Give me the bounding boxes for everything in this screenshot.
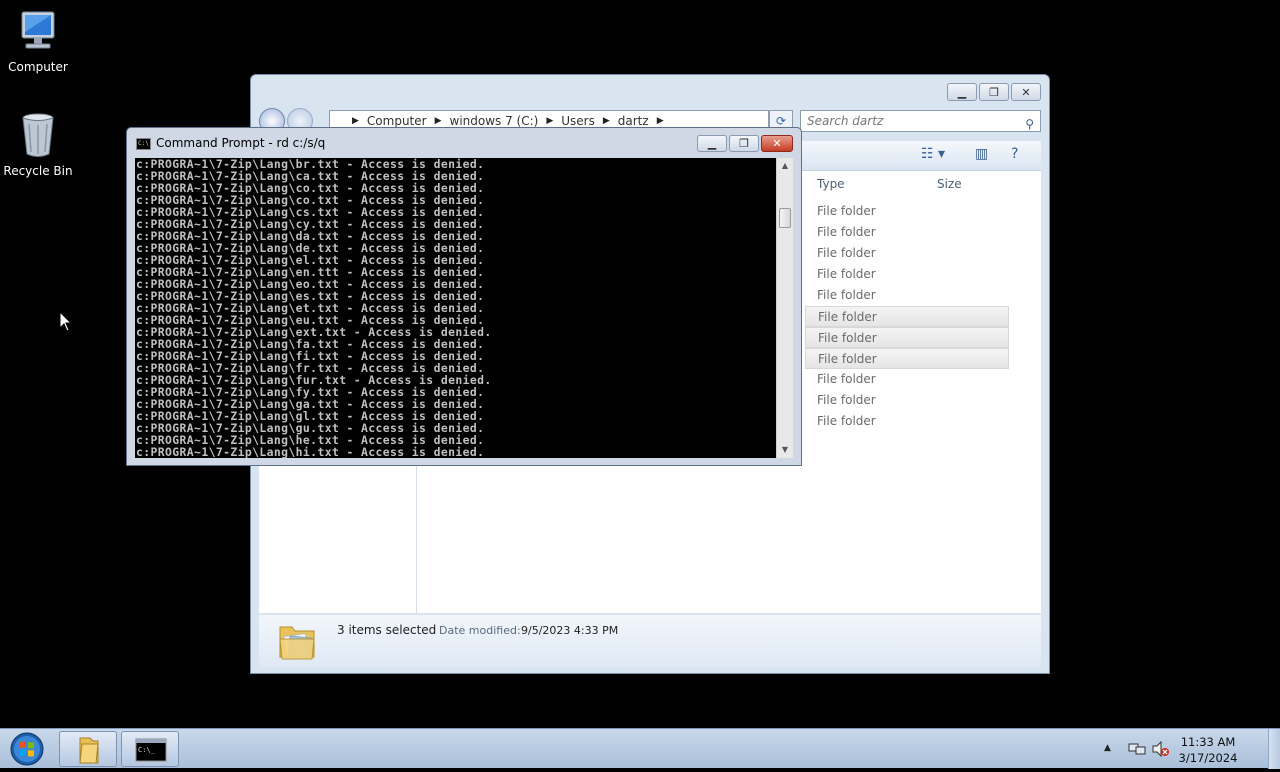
list-item[interactable]: File folder [805, 306, 1009, 327]
preview-pane-icon[interactable]: ▥ [975, 146, 988, 162]
list-item[interactable]: File folder [805, 369, 1009, 390]
desktop-icon-label: Recycle Bin [3, 164, 73, 178]
minimize-button[interactable]: ▁ [947, 83, 977, 101]
search-placeholder: Search dartz [807, 114, 884, 128]
system-tray: ▲ 11:33 AM 3/17/2024 [1080, 729, 1280, 769]
start-button[interactable] [4, 731, 50, 767]
mouse-cursor-icon [59, 311, 73, 332]
clock-time: 11:33 AM [1180, 735, 1236, 749]
close-button[interactable]: ✕ [761, 135, 793, 152]
command-prompt-window[interactable]: C:\ Command Prompt - rd c:/s/q ▁ ❐ ✕ c:P… [126, 127, 802, 466]
breadcrumb-computer[interactable]: Computer [367, 114, 427, 128]
explorer-titlebar[interactable]: ▁ ❐ ✕ [251, 75, 1049, 109]
network-icon[interactable] [1128, 741, 1146, 757]
search-icon[interactable]: ⚲ [1025, 114, 1034, 134]
scroll-up-icon[interactable]: ▲ [777, 158, 793, 174]
console-output[interactable]: c:PROGRA~1\7-Zip\Lang\br.txt - Access is… [135, 158, 776, 458]
close-icon: ✕ [772, 137, 782, 150]
close-button[interactable]: ✕ [1011, 83, 1041, 101]
maximize-button[interactable]: ❐ [979, 83, 1009, 101]
list-item[interactable]: File folder [805, 264, 1009, 285]
folder-icon [279, 626, 315, 660]
command-prompt-icon: C:\_ [135, 738, 167, 762]
vertical-scrollbar[interactable]: ▲ ▼ [776, 158, 793, 458]
taskbar-clock[interactable]: 11:33 AM 3/17/2024 [1176, 734, 1240, 766]
console-line: c:PROGRA~1\7-Zip\Lang\hi.txt - Access is… [136, 445, 485, 458]
volume-muted-icon[interactable] [1152, 741, 1170, 757]
chevron-right-icon: ▶ [656, 116, 664, 126]
date-modified-value: 9/5/2023 4:33 PM [521, 624, 619, 637]
maximize-icon: ❐ [739, 137, 749, 150]
taskbar-button-explorer[interactable] [59, 731, 117, 767]
chevron-right-icon: ▶ [602, 116, 610, 126]
file-list: File folder File folder File folder File fo… [805, 201, 1009, 432]
maximize-icon: ❐ [989, 85, 999, 99]
explorer-window-controls: ▁ ❐ ✕ [947, 83, 1041, 101]
desktop-icon-recycle-bin[interactable]: Recycle Bin [0, 110, 76, 178]
list-item[interactable]: File folder [805, 327, 1009, 348]
minimize-icon: ▁ [707, 137, 717, 150]
list-item[interactable]: File folder [805, 390, 1009, 411]
search-input[interactable]: Search dartz ⚲ [800, 110, 1041, 132]
svg-text:C:\_: C:\_ [138, 746, 156, 754]
show-desktop-button[interactable] [1268, 729, 1280, 769]
cmd-titlebar[interactable]: C:\ Command Prompt - rd c:/s/q ▁ ❐ ✕ [127, 128, 801, 158]
column-header-size[interactable]: Size [937, 177, 962, 191]
desktop-icon-computer[interactable]: Computer [0, 8, 76, 74]
column-header-type[interactable]: Type [817, 177, 845, 191]
chevron-right-icon: ▶ [434, 116, 442, 126]
folder-icon [79, 737, 99, 764]
show-hidden-icons-icon[interactable]: ▲ [1104, 743, 1111, 753]
list-item[interactable]: File folder [805, 222, 1009, 243]
taskbar-button-command-prompt[interactable]: C:\_ [121, 731, 179, 767]
chevron-right-icon: ▶ [546, 116, 554, 126]
breadcrumb-users[interactable]: Users [561, 114, 595, 128]
chevron-right-icon: ▶ [352, 116, 359, 126]
minimize-button[interactable]: ▁ [697, 135, 727, 152]
selection-count: 3 items selected [337, 623, 437, 637]
taskbar: C:\_ ▲ 11:33 AM 3/17/2024 [0, 728, 1280, 769]
list-item[interactable]: File folder [805, 348, 1009, 369]
computer-icon [21, 11, 55, 49]
recycle-bin-icon [22, 113, 54, 157]
list-item[interactable]: File folder [805, 243, 1009, 264]
window-title: Command Prompt - rd c:/s/q [156, 136, 326, 150]
scroll-down-icon[interactable]: ▼ [777, 442, 793, 458]
cmd-window-controls: ▁ ❐ ✕ [697, 135, 793, 152]
list-item[interactable]: File folder [805, 411, 1009, 432]
scrollbar-thumb[interactable] [779, 208, 791, 228]
maximize-button[interactable]: ❐ [729, 135, 759, 152]
date-modified-label: Date modified: [439, 624, 521, 637]
refresh-icon: ⟳ [775, 114, 787, 128]
minimize-icon: ▁ [957, 85, 967, 99]
help-icon[interactable]: ? [1011, 146, 1018, 162]
clock-date: 3/17/2024 [1178, 751, 1238, 765]
view-options-icon[interactable]: ☷ ▾ [921, 146, 945, 162]
close-icon: ✕ [1021, 85, 1031, 99]
details-pane: 3 items selected Date modified: 9/5/2023… [259, 615, 1041, 667]
list-item[interactable]: File folder [805, 201, 1009, 222]
column-headers: Type Size [809, 171, 1009, 195]
breadcrumb-drive[interactable]: windows 7 (C:) [450, 114, 539, 128]
list-item[interactable]: File folder [805, 285, 1009, 306]
breadcrumb-dartz[interactable]: dartz [618, 114, 649, 128]
desktop: Computer Recycle Bin ▁ ❐ ✕ ▶ Computer ▶ … [0, 0, 1280, 728]
desktop-icon-label: Computer [8, 60, 68, 74]
command-prompt-icon: C:\ [136, 138, 151, 150]
